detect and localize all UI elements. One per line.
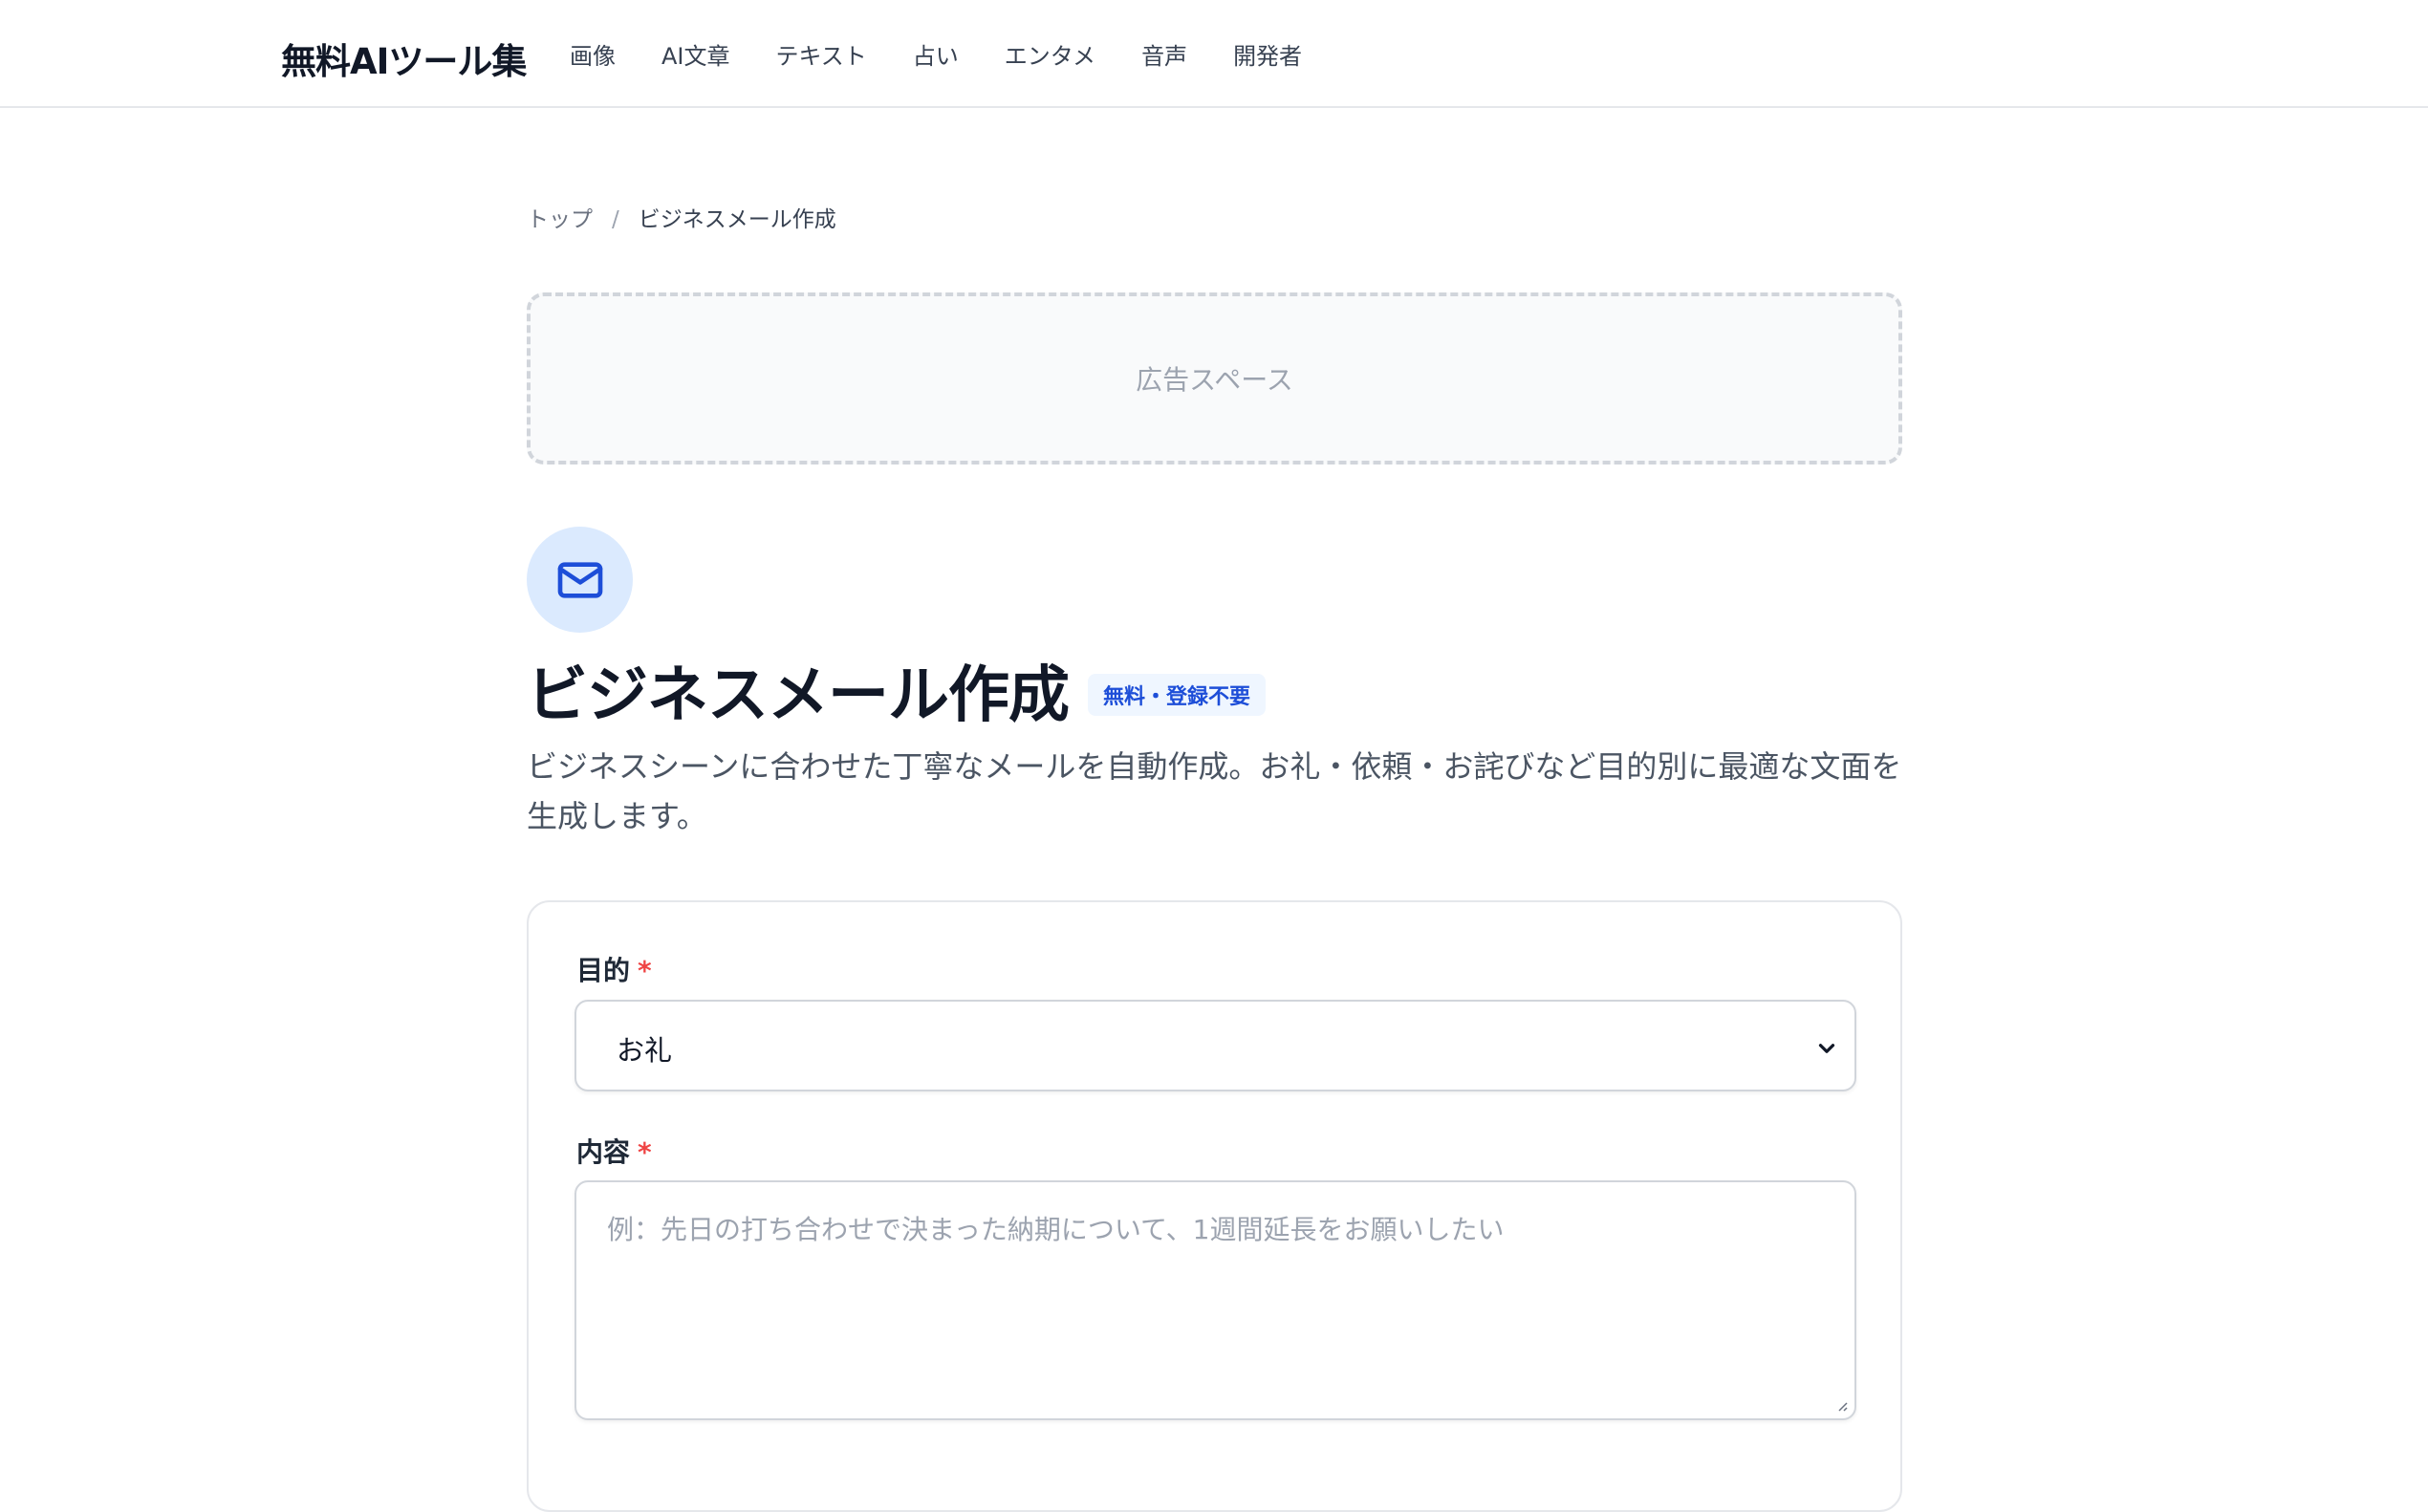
- purpose-select-value: お礼: [617, 1034, 673, 1067]
- page-title: ビジネスメール作成: [527, 660, 1070, 731]
- nav-item-ai-writing[interactable]: AI文章: [661, 37, 730, 71]
- breadcrumb-current: ビジネスメール作成: [638, 207, 836, 232]
- tool-description: ビジネスシーンに合わせた丁寧なメールを自動作成。お礼・依頼・お詫びなど目的別に最…: [527, 748, 1902, 834]
- email-form-card: 目的 * お礼 内容 * 例：先日の打ち合わせで決まった納期について、1週間延長をお…: [527, 900, 1902, 1512]
- purpose-select[interactable]: お礼: [574, 1000, 1856, 1091]
- content-label: 内容 *: [576, 1132, 652, 1170]
- required-mark: *: [638, 1136, 652, 1168]
- nav-item-fortune[interactable]: 占い: [913, 37, 959, 71]
- breadcrumb-separator: /: [612, 207, 619, 232]
- main-nav: 画像 AI文章 テキスト 占い エンタメ 音声 開発者: [570, 0, 1348, 108]
- content-textarea[interactable]: 例：先日の打ち合わせで決まった納期について、1週間延長をお願いしたい: [574, 1180, 1856, 1420]
- nav-item-developer[interactable]: 開発者: [1233, 37, 1302, 71]
- purpose-label-text: 目的: [576, 955, 631, 986]
- required-mark: *: [638, 955, 652, 986]
- content-placeholder: 例：先日の打ち合わせで決まった納期について、1週間延長をお願いしたい: [607, 1214, 1505, 1245]
- breadcrumb-home-link[interactable]: トップ: [527, 207, 593, 232]
- content-label-text: 内容: [576, 1136, 631, 1168]
- mail-icon: [557, 561, 602, 598]
- breadcrumb: トップ / ビジネスメール作成: [527, 201, 836, 233]
- ad-space-label: 広告スペース: [1136, 364, 1293, 396]
- site-logo[interactable]: 無料AIツール集: [281, 32, 527, 84]
- purpose-label: 目的 *: [576, 950, 652, 988]
- nav-item-image[interactable]: 画像: [570, 37, 616, 71]
- chevron-down-icon: [1818, 1044, 1835, 1053]
- resize-grip-icon[interactable]: [1833, 1397, 1849, 1413]
- free-badge: 無料・登録不要: [1088, 674, 1267, 716]
- nav-item-audio[interactable]: 音声: [1141, 37, 1187, 71]
- ad-space: 広告スペース: [527, 292, 1902, 464]
- title-row: ビジネスメール作成 無料・登録不要: [527, 646, 1267, 734]
- site-header: 無料AIツール集 画像 AI文章 テキスト 占い エンタメ 音声 開発者: [0, 0, 2428, 108]
- nav-item-entertainment[interactable]: エンタメ: [1005, 37, 1095, 71]
- tool-icon-badge: [527, 527, 633, 633]
- nav-item-text[interactable]: テキスト: [776, 37, 867, 71]
